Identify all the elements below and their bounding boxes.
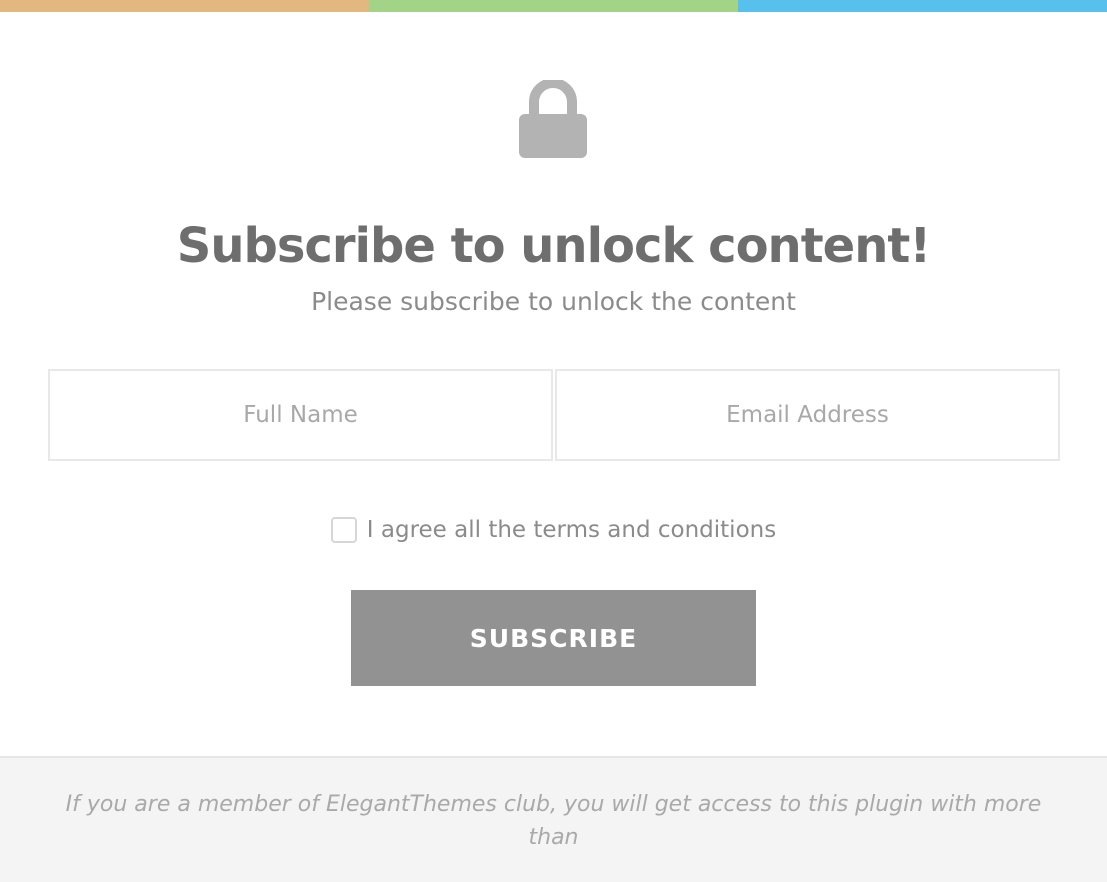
subscribe-button[interactable]: SUBSCRIBE <box>351 590 756 686</box>
lock-icon <box>519 80 587 158</box>
page-subtitle: Please subscribe to unlock the content <box>311 287 796 316</box>
email-address-input[interactable] <box>555 369 1060 461</box>
full-name-input[interactable] <box>48 369 553 461</box>
accent-bar-orange <box>0 0 369 12</box>
color-accent-bar <box>0 0 1107 12</box>
accent-bar-blue <box>738 0 1107 12</box>
terms-agreement-row: I agree all the terms and conditions <box>0 512 1107 548</box>
subscribe-locker-panel: Subscribe to unlock content! Please subs… <box>0 0 1107 882</box>
footer-note: If you are a member of ElegantThemes clu… <box>0 756 1107 882</box>
accent-bar-green <box>369 0 738 12</box>
footer-text: If you are a member of ElegantThemes clu… <box>65 792 1042 850</box>
terms-label: I agree all the terms and conditions <box>366 517 777 543</box>
terms-checkbox[interactable] <box>330 517 357 543</box>
page-title: Subscribe to unlock content! <box>176 218 931 274</box>
